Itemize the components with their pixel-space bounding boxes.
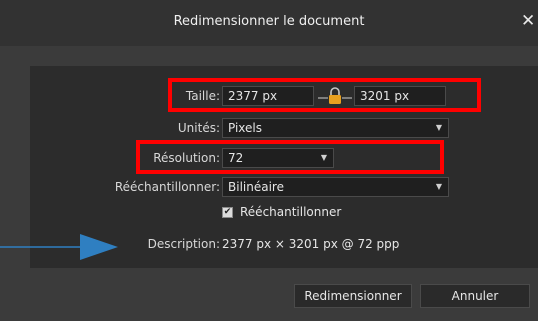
units-select-value: Pixels (228, 121, 263, 135)
chevron-down-icon: ▼ (435, 123, 442, 132)
resample-checkbox[interactable]: ✔ (222, 207, 233, 218)
close-icon[interactable]: ✕ (521, 11, 538, 31)
description-label: Description: (147, 237, 220, 251)
resolution-highlight-box (136, 140, 444, 174)
dialog-title: Redimensionner le document (173, 14, 365, 29)
annotation-arrow (0, 228, 120, 264)
resize-button[interactable]: Redimensionner (294, 284, 412, 308)
units-select[interactable]: Pixels ▼ (222, 118, 449, 138)
resample-checkbox-label[interactable]: Rééchantillonner (240, 205, 341, 219)
size-highlight-box (168, 78, 481, 112)
resample-select[interactable]: Bilinéaire ▼ (222, 177, 449, 197)
units-label: Unités: (177, 121, 220, 135)
resample-label: Rééchantillonner: (114, 180, 220, 194)
description-value: 2377 px × 3201 px @ 72 ppp (222, 237, 400, 251)
chevron-down-icon: ▼ (435, 182, 442, 191)
resample-select-value: Bilinéaire (228, 180, 284, 194)
dialog-titlebar[interactable]: Redimensionner le document ✕ (0, 0, 538, 46)
cancel-button[interactable]: Annuler (420, 284, 530, 308)
resize-document-dialog: Redimensionner le document ✕ Taille: 237… (0, 0, 538, 321)
